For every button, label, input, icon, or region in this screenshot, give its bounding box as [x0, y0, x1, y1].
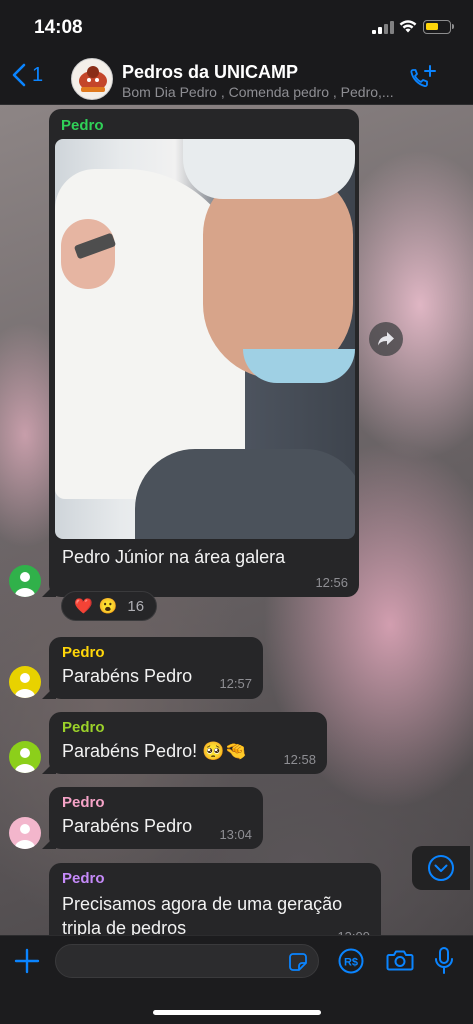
group-members[interactable]: Bom Dia Pedro , Comenda pedro , Pedro,..… — [122, 84, 394, 100]
chat-header: 14:08 1 Pedros da UNICAMP Bom Dia Pedro … — [0, 0, 473, 105]
avatar[interactable] — [9, 741, 41, 773]
message-time: 12:58 — [283, 752, 316, 767]
microphone-icon[interactable] — [433, 946, 455, 976]
message-bubble[interactable]: Pedro Parabéns Pedro 13:04 — [49, 787, 263, 849]
message-text: Parabéns Pedro — [62, 666, 193, 686]
group-title[interactable]: Pedros da UNICAMP — [122, 62, 298, 83]
share-arrow-icon — [378, 332, 394, 346]
sticker-icon[interactable] — [288, 952, 308, 972]
chevron-left-icon — [12, 63, 26, 87]
avatar[interactable] — [9, 565, 41, 597]
svg-text:R$: R$ — [344, 957, 358, 969]
message-time: 12:56 — [315, 575, 348, 590]
message-input[interactable] — [56, 945, 318, 977]
message-text: Parabéns Pedro — [62, 816, 193, 836]
message-sender: Pedro — [62, 719, 105, 736]
message-sender: Pedro — [62, 644, 105, 661]
message-time: 12:57 — [219, 676, 252, 691]
surprised-reaction: 😮 — [98, 598, 118, 615]
home-indicator — [153, 1010, 321, 1015]
photo-caption: Pedro Júnior na área galera — [62, 547, 286, 567]
battery-icon — [423, 20, 454, 34]
forward-button[interactable] — [369, 322, 403, 356]
message-input-wrapper — [55, 944, 319, 978]
shared-photo[interactable] — [55, 139, 355, 539]
chevron-down-circle-icon — [428, 855, 454, 881]
cellular-signal-icon — [372, 20, 394, 34]
message-time: 13:04 — [219, 827, 252, 842]
reaction-count: 16 — [127, 597, 145, 615]
message-bubble[interactable]: Pedro Parabéns Pedro! 🥺🤏 12:58 — [49, 712, 327, 774]
message-text: Parabéns Pedro! 🥺🤏 — [62, 741, 247, 761]
message-sender: Pedro — [61, 117, 104, 134]
plus-icon[interactable] — [14, 948, 40, 974]
scroll-to-bottom-button[interactable] — [412, 846, 470, 890]
payment-icon[interactable]: R$ — [337, 947, 365, 975]
wifi-icon — [399, 20, 417, 33]
group-logo-icon — [79, 66, 107, 92]
avatar[interactable] — [9, 817, 41, 849]
message-sender: Pedro — [62, 794, 105, 811]
group-avatar[interactable] — [71, 58, 113, 100]
avatar[interactable] — [9, 666, 41, 698]
camera-icon[interactable] — [386, 948, 414, 972]
message-composer: R$ — [0, 935, 473, 1024]
message-bubble[interactable]: Pedro Parabéns Pedro 12:57 — [49, 637, 263, 699]
message-sender: Pedro — [62, 870, 105, 887]
heart-reaction: ❤️ — [74, 598, 93, 615]
add-call-icon[interactable] — [408, 64, 438, 92]
status-time: 14:08 — [34, 17, 83, 38]
message-text: Precisamos agora de uma geração tripla d… — [62, 894, 343, 938]
unread-count: 1 — [32, 63, 44, 86]
reactions-pill[interactable]: ❤️ 😮 16 — [61, 591, 158, 621]
back-button[interactable]: 1 — [12, 63, 43, 87]
